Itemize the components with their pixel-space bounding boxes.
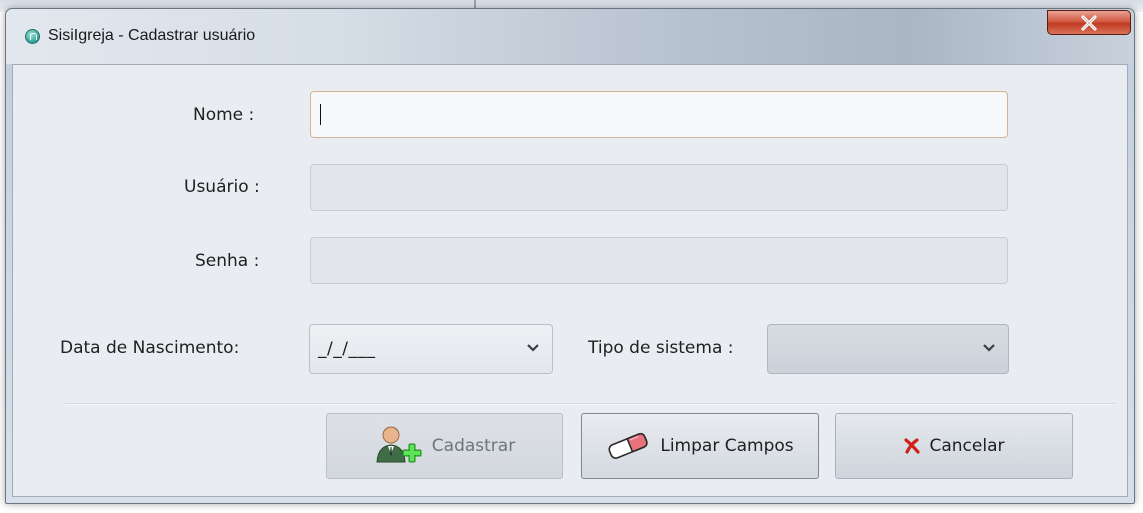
tipo-sistema-label: Tipo de sistema : [588, 338, 734, 358]
register-user-window: SisiIgreja - Cadastrar usuário Nome : Us… [5, 8, 1135, 504]
cadastrar-button[interactable]: Cadastrar [326, 413, 563, 479]
church-app-icon [25, 29, 40, 44]
tipo-sistema-select[interactable] [767, 324, 1009, 374]
screen: SisiIgreja - Cadastrar usuário Nome : Us… [0, 0, 1143, 513]
nascimento-date-picker[interactable]: _/_/___ [309, 324, 553, 374]
limpar-campos-button[interactable]: Limpar Campos [581, 413, 819, 479]
add-user-icon [376, 426, 422, 463]
senha-input[interactable] [310, 237, 1008, 284]
close-icon [1081, 14, 1097, 31]
red-x-icon [903, 438, 920, 454]
separator [65, 403, 1115, 405]
senha-label: Senha : [195, 251, 260, 271]
chevron-down-icon[interactable] [526, 343, 540, 353]
cancelar-label: Cancelar [929, 436, 1005, 456]
usuario-input[interactable] [310, 164, 1008, 211]
nascimento-value: _/_/___ [318, 339, 376, 359]
title-bar[interactable]: SisiIgreja - Cadastrar usuário [6, 9, 1134, 64]
nome-label: Nome : [193, 105, 255, 125]
form-area: Nome : Usuário : Senha : Data de Nascime… [12, 64, 1128, 497]
limpar-campos-label: Limpar Campos [660, 436, 794, 456]
window-title: SisiIgreja - Cadastrar usuário [48, 27, 256, 44]
eraser-icon [608, 432, 649, 459]
text-caret [320, 104, 321, 125]
nascimento-label: Data de Nascimento: [60, 338, 240, 358]
usuario-label: Usuário : [184, 177, 260, 197]
cadastrar-label: Cadastrar [431, 436, 516, 456]
nome-input[interactable] [310, 91, 1008, 138]
close-button[interactable] [1047, 10, 1131, 35]
cancelar-button[interactable]: Cancelar [835, 413, 1073, 479]
chevron-down-icon[interactable] [982, 343, 996, 353]
